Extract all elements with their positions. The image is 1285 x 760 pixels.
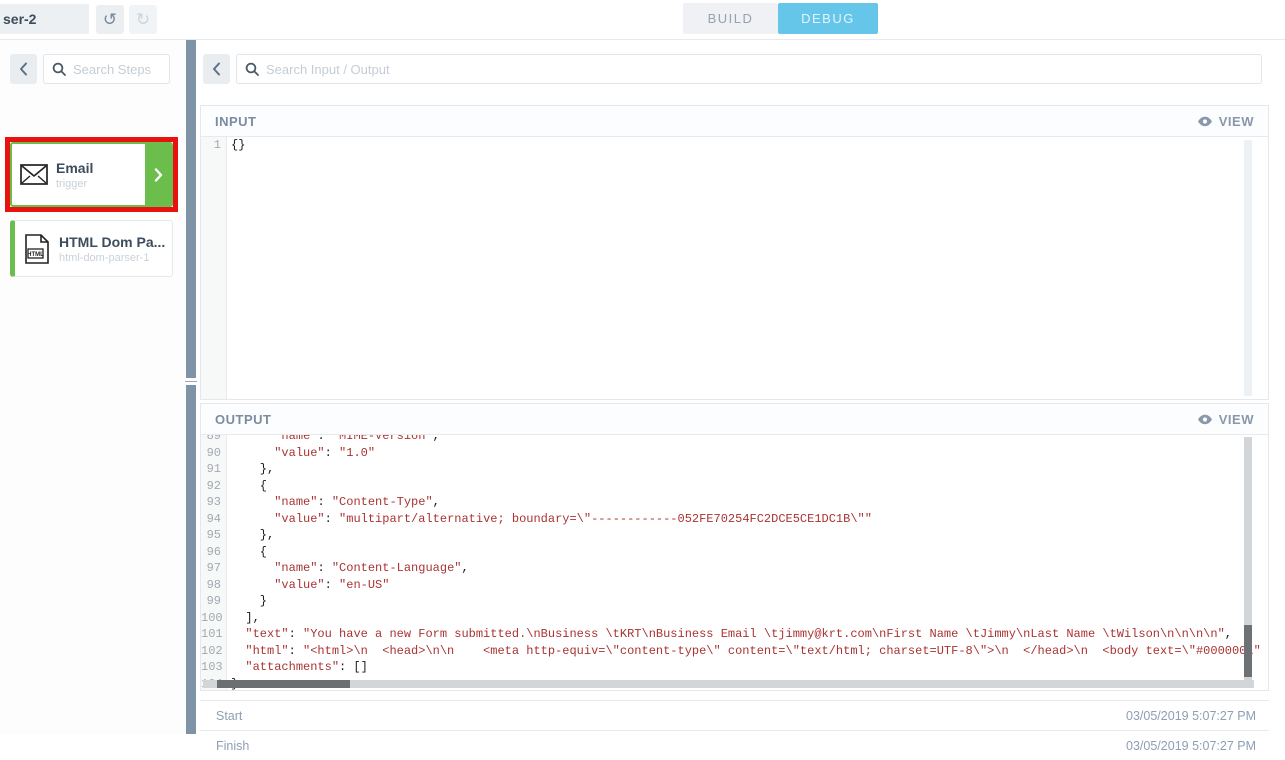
steps-sidebar: Email trigger HTML HTML Dom Pa... html-d… [0,40,186,734]
input-panel: INPUT VIEW 1{} [200,105,1269,400]
code-line: 97 "name": "Content-Language", [201,560,1268,577]
undo-button[interactable]: ↺ [96,5,124,34]
flow-title[interactable]: ser-2 [0,4,89,34]
input-code-editor[interactable]: 1{} [201,137,1268,399]
step-title: HTML Dom Pa... [59,234,172,250]
input-view-label: VIEW [1219,114,1254,129]
chevron-left-icon [19,62,28,76]
code-line: 95 }, [201,527,1268,544]
code-line: 90 "value": "1.0" [201,445,1268,462]
code-line: 101 "text": "You have a new Form submitt… [201,626,1268,643]
top-bar: ser-2 ↺ ↻ BUILD DEBUG [0,0,1285,40]
io-search [236,54,1262,84]
svg-text:HTML: HTML [27,252,44,258]
finish-timestamp: 03/05/2019 5:07:27 PM [1126,739,1256,753]
html-file-icon: HTML [15,234,59,264]
input-view-button[interactable]: VIEW [1197,114,1254,129]
code-line: 99 } [201,593,1268,610]
scrollbar-thumb[interactable] [1244,625,1252,677]
input-panel-header: INPUT VIEW [201,106,1268,137]
code-line: 98 "value": "en-US" [201,577,1268,594]
code-line: 91 }, [201,461,1268,478]
output-code: 89 "name": "MIME-Version",90 "value": "1… [201,435,1268,690]
redo-button: ↻ [129,5,157,34]
output-code-editor[interactable]: 89 "name": "MIME-Version",90 "value": "1… [201,435,1268,690]
steps-search [43,54,170,84]
finish-label: Finish [216,739,249,753]
start-time-row: Start 03/05/2019 5:07:27 PM [200,700,1269,730]
code-line: 96 { [201,544,1268,561]
eye-icon [1197,116,1213,127]
output-panel: OUTPUT VIEW 89 "name": "MIME-Version",90… [200,403,1269,691]
code-line: 1{} [201,137,1268,154]
collapse-steps-button[interactable] [10,54,37,84]
code-line: 100 ], [201,610,1268,627]
search-icon [245,62,259,76]
code-line: 94 "value": "multipart/alternative; boun… [201,511,1268,528]
step-html-dom-parser[interactable]: HTML HTML Dom Pa... html-dom-parser-1 [10,220,173,277]
debug-main-panel: INPUT VIEW 1{} OUTPUT VIEW [196,40,1285,734]
chevron-left-icon [212,62,221,76]
line-number-gutter [201,137,227,399]
execution-times-footer: Start 03/05/2019 5:07:27 PM Finish 03/05… [200,700,1269,760]
code-line: 89 "name": "MIME-Version", [201,435,1268,445]
steps-search-input[interactable] [73,62,161,77]
search-icon [52,62,66,76]
start-timestamp: 03/05/2019 5:07:27 PM [1126,709,1256,723]
input-scrollbar[interactable] [1244,140,1252,396]
panel-divider[interactable] [186,40,196,734]
output-view-button[interactable]: VIEW [1197,412,1254,427]
code-line: 102 "html": "<html>\n <head>\n\n <meta h… [201,643,1268,660]
output-panel-header: OUTPUT VIEW [201,404,1268,435]
collapse-io-button[interactable] [203,54,230,84]
tab-build[interactable]: BUILD [683,3,778,34]
code-line: 103 "attachments": [] [201,659,1268,676]
eye-icon [1197,414,1213,425]
output-panel-title: OUTPUT [215,412,271,427]
io-search-input[interactable] [266,62,1253,77]
input-code: 1{} [201,137,1268,154]
step-subtitle: html-dom-parser-1 [59,252,172,264]
start-label: Start [216,709,242,723]
output-view-label: VIEW [1219,412,1254,427]
annotation-highlight [5,137,178,212]
divider-resize-handle[interactable] [183,378,199,385]
scrollbar-thumb[interactable] [217,680,350,688]
input-panel-title: INPUT [215,114,257,129]
tab-debug[interactable]: DEBUG [778,3,878,34]
output-vertical-scrollbar[interactable] [1244,437,1252,680]
code-line: 93 "name": "Content-Type", [201,494,1268,511]
finish-time-row: Finish 03/05/2019 5:07:27 PM [200,730,1269,760]
output-horizontal-scrollbar[interactable] [203,680,1254,688]
code-line: 92 { [201,478,1268,495]
